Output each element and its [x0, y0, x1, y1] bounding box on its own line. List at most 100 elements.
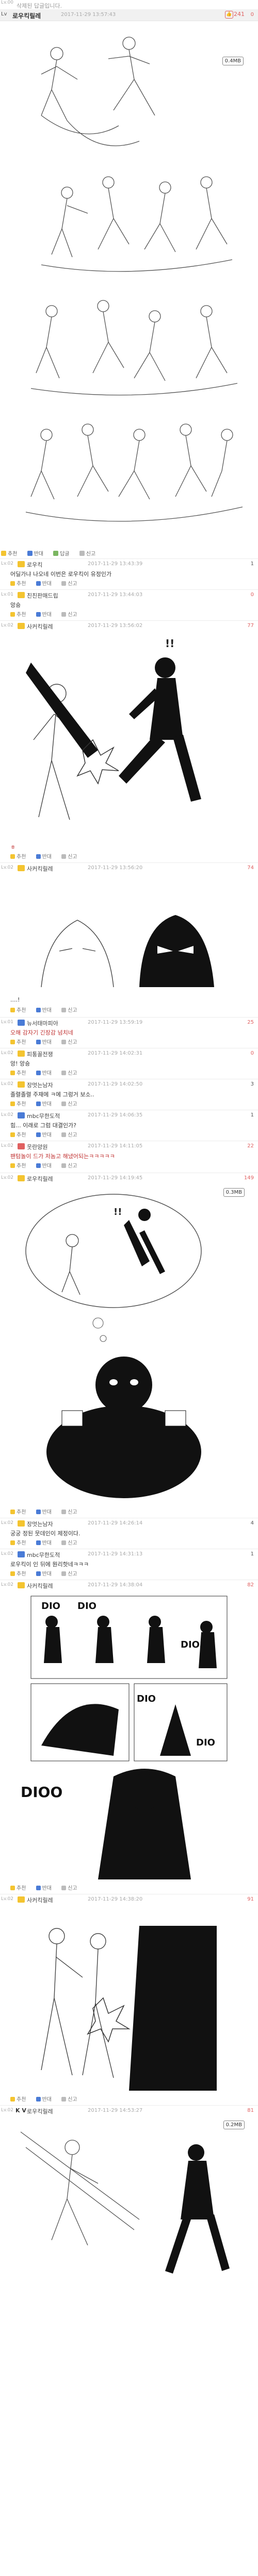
level-label: Lv.02	[1, 561, 13, 566]
kick-final-drawing	[41, 1926, 217, 2091]
comment-author[interactable]: 장멋는남자	[27, 1081, 53, 1089]
comment-actions: 추천 반대 신고	[10, 1130, 86, 1138]
recommend-button[interactable]: 추천	[10, 1163, 30, 1169]
oppose-button[interactable]: 반대	[36, 1008, 56, 1013]
member-badge-icon	[18, 1050, 25, 1057]
comment-actions: 추천 반대 신고	[10, 1038, 86, 1045]
dioo-label: DIOO	[21, 1784, 62, 1801]
report-button[interactable]: 신고	[61, 1571, 81, 1577]
comment-author[interactable]: 로우킥릴레	[27, 1175, 53, 1183]
recommend-button[interactable]: 추천	[10, 1571, 30, 1577]
comment-header: Lv.02 웃란양원 2017-11-29 14:11:05 22	[0, 1141, 258, 1151]
oppose-button[interactable]: 반대	[36, 1071, 56, 1076]
comment-author[interactable]: mbc무한도적	[27, 1112, 60, 1120]
post-time: 2017-11-29 13:57:43	[61, 12, 116, 18]
reply-button[interactable]: 답글	[53, 549, 73, 557]
report-button[interactable]: 신고	[61, 1510, 81, 1515]
comment-author[interactable]: 친친판매드립	[27, 591, 58, 600]
report-button[interactable]: 신고	[61, 1101, 81, 1107]
recommend-button[interactable]: 추천	[10, 612, 30, 618]
kick-sketch-drawing	[25, 37, 243, 522]
level-label: Lv.02	[1, 1582, 13, 1587]
report-button[interactable]: 신고	[61, 1132, 81, 1138]
comment-author[interactable]: 피통꼴전쟁	[27, 1050, 53, 1058]
oppose-button[interactable]: 반대	[36, 1163, 56, 1169]
recommend-button[interactable]: 추천	[10, 1101, 30, 1107]
comment-header: Lv.02 로우킥릴레 2017-11-29 14:19:45 149	[0, 1173, 258, 1183]
oppose-button[interactable]: 반대	[36, 1886, 56, 1891]
dio-label-1: DIO	[41, 1601, 60, 1612]
comment-author[interactable]: 사커킥릴레	[27, 1582, 53, 1590]
recommend-button[interactable]: 추천	[10, 1008, 30, 1013]
recommend-button[interactable]: 추천	[10, 1886, 30, 1891]
level-label: Lv.02	[1, 1143, 13, 1148]
report-button[interactable]: 신고	[61, 612, 81, 618]
recommend-button[interactable]: 추천	[10, 1132, 30, 1138]
recommend-button[interactable]: 추천	[10, 1071, 30, 1076]
member-badge-icon	[18, 1081, 25, 1088]
oppose-button[interactable]: 반대	[36, 1540, 56, 1546]
report-button[interactable]: 신고	[61, 1886, 81, 1891]
level-label: Lv.02	[1, 1112, 13, 1117]
oppose-button[interactable]: 반대	[36, 2097, 56, 2103]
comment-time: 2017-11-29 14:31:13	[88, 1551, 143, 1557]
comment-score: 91	[247, 1896, 254, 1902]
comment-time: 2017-11-29 13:56:20	[88, 865, 143, 871]
report-button[interactable]: 신고	[61, 1071, 81, 1076]
comment-time: 2017-11-29 13:43:39	[88, 561, 143, 567]
report-button[interactable]: 신고	[61, 1008, 81, 1013]
oppose-button[interactable]: 반대	[36, 1040, 56, 1045]
report-button[interactable]: 신고	[61, 2097, 81, 2103]
oppose-button[interactable]: 반대	[36, 612, 56, 618]
level-label: Lv.01	[1, 592, 13, 597]
oppose-button[interactable]: 반대	[27, 549, 47, 557]
comment-score: 149	[244, 1175, 254, 1181]
recommend-button[interactable]: 추천	[10, 2097, 30, 2103]
member-badge-icon	[18, 623, 25, 629]
oppose-button[interactable]: 반대	[36, 854, 56, 860]
comment-author[interactable]: 웃란양원	[27, 1143, 47, 1151]
comment-author[interactable]: mbc무한도적	[27, 1551, 60, 1559]
comment-header: Lv.02 mbc무한도적 2017-11-29 14:31:13 1	[0, 1549, 258, 1560]
oppose-button[interactable]: 반대	[36, 1571, 56, 1577]
oppose-button[interactable]: 반대	[36, 581, 56, 587]
oppose-button[interactable]: 반대	[36, 1510, 56, 1515]
report-button[interactable]: 신고	[61, 581, 81, 587]
recommend-button[interactable]: 추천	[10, 581, 30, 587]
comment-score: 82	[247, 1582, 254, 1588]
comment-header: Lv.02 피통꼴전쟁 2017-11-29 14:02:31 0	[0, 1048, 258, 1059]
member-badge-icon	[18, 1020, 25, 1026]
comment-author[interactable]: 장멋는남자	[27, 1520, 53, 1528]
oppose-button[interactable]: 반대	[36, 1132, 56, 1138]
post-author[interactable]: 로우킥릴레	[12, 11, 41, 20]
comment-author[interactable]: 사커킥릴레	[27, 865, 53, 873]
level-label: Lv.02	[1, 1050, 13, 1056]
post-image: 0.4MB	[10, 23, 248, 548]
dio-comic-drawing: DIO DIO DIO DIO DIO DIOO	[21, 1596, 228, 1879]
dio-label-2: DIO	[77, 1601, 96, 1612]
thumbs-up-icon[interactable]: 👍	[225, 11, 233, 19]
image-size-tag: 0.4MB	[222, 57, 244, 65]
recommend-button[interactable]: 추천	[10, 1510, 30, 1515]
comment-author[interactable]: 로우킥릴레	[27, 2107, 53, 2115]
report-button[interactable]: 신고	[79, 549, 100, 557]
member-badge-icon	[18, 1520, 25, 1527]
comment-author[interactable]: 뉴서태마피아	[27, 1019, 58, 1027]
recommend-button[interactable]: 추천	[10, 1040, 30, 1045]
comment-score: 1	[250, 1551, 254, 1557]
comment-time: 2017-11-29 14:53:27	[88, 2108, 143, 2113]
comment-score: 74	[247, 865, 254, 871]
oppose-button[interactable]: 반대	[36, 1101, 56, 1107]
comment-author[interactable]: 로우킥	[27, 561, 42, 569]
recommend-button[interactable]: 추천	[10, 1540, 30, 1546]
user-prefix: K V	[15, 2107, 26, 2114]
report-button[interactable]: 신고	[61, 854, 81, 860]
report-button[interactable]: 신고	[61, 1163, 81, 1169]
report-button[interactable]: 신고	[61, 1040, 81, 1045]
recommend-button[interactable]: 추천	[10, 854, 30, 860]
comment-author[interactable]: 사커킥릴레	[27, 622, 53, 631]
recommend-button[interactable]: 추천	[1, 549, 21, 557]
comment-text: 앙! 앙숑	[10, 1060, 30, 1067]
report-button[interactable]: 신고	[61, 1540, 81, 1546]
comment-author[interactable]: 사커킥릴레	[27, 1896, 53, 1904]
